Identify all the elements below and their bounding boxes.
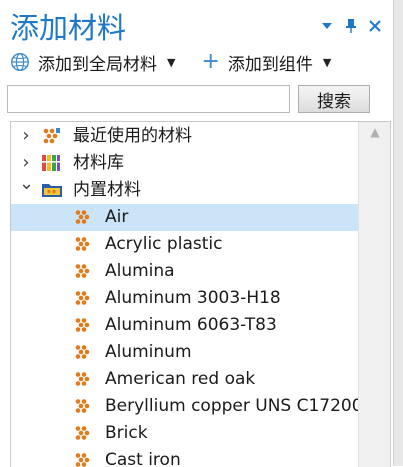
material-list-item[interactable]: Aluminum 3003-H18 — [11, 285, 358, 312]
recent-materials-icon — [41, 127, 61, 145]
material-label: Brick — [105, 423, 148, 443]
vertical-scrollbar[interactable]: ▲ — [358, 122, 390, 467]
window-edge — [393, 0, 403, 466]
tree-category-material-library[interactable]: › 材料库 — [11, 150, 358, 177]
material-icon — [74, 452, 90, 467]
globe-icon — [10, 52, 30, 72]
material-icon — [74, 236, 90, 252]
material-list-item[interactable]: Alumina — [11, 258, 358, 285]
material-label: Alumina — [105, 261, 175, 281]
material-label: Beryllium copper UNS C17200 — [105, 396, 363, 416]
material-label: Aluminum 6063-T83 — [105, 315, 277, 335]
chevron-down-icon[interactable]: ▼ — [323, 56, 331, 69]
material-label: Cast iron — [105, 450, 181, 467]
material-list-item[interactable]: American red oak — [11, 366, 358, 393]
panel-title: 添加材料 — [10, 11, 127, 45]
add-to-global-materials-label: 添加到全局材料 — [38, 54, 157, 75]
tree-category-label: 最近使用的材料 — [73, 126, 192, 146]
material-label: Aluminum 3003-H18 — [105, 288, 281, 308]
search-button[interactable]: 搜索 — [298, 85, 370, 113]
material-icon — [74, 371, 90, 387]
chevron-down-icon[interactable]: ▼ — [167, 56, 175, 69]
add-to-component-label: 添加到组件 — [227, 54, 313, 75]
plus-icon: + — [201, 49, 220, 74]
scroll-up-arrow-icon[interactable]: ▲ — [359, 122, 390, 142]
add-to-component-button[interactable]: + 添加到组件 ▼ — [175, 50, 331, 75]
material-toolbar: 添加到全局材料 ▼ + 添加到组件 ▼ — [10, 48, 331, 76]
material-icon — [74, 425, 90, 441]
panel-controls — [319, 16, 383, 36]
material-label: Aluminum — [105, 342, 192, 362]
chevron-down-icon[interactable]: ⌄ — [19, 173, 34, 194]
material-label: Air — [105, 207, 129, 227]
chevron-right-icon[interactable]: › — [19, 152, 33, 173]
material-icon — [74, 209, 90, 225]
search-row: 搜索 — [7, 85, 389, 113]
tree-category-label: 材料库 — [73, 153, 124, 173]
material-icon — [74, 317, 90, 333]
material-list-item[interactable]: Acrylic plastic — [11, 231, 358, 258]
search-input[interactable] — [7, 85, 290, 113]
built-in-folder-icon — [41, 181, 63, 199]
material-list-item[interactable]: Cast iron — [11, 447, 358, 467]
material-label: Acrylic plastic — [105, 234, 223, 254]
close-icon[interactable] — [367, 16, 383, 36]
material-icon — [74, 290, 90, 306]
tree-category-label: 内置材料 — [73, 180, 141, 200]
material-icon — [74, 263, 90, 279]
material-list-item[interactable]: Aluminum — [11, 339, 358, 366]
material-icon — [74, 398, 90, 414]
material-list-item[interactable]: Aluminum 6063-T83 — [11, 312, 358, 339]
add-material-panel: 添加材料 添加到全局材料 ▼ + 添加到组件 ▼ 搜索 › 最近使用的材料 › … — [0, 0, 393, 467]
material-tree: › 最近使用的材料 › 材料库 ⌄ 内置材料 Air Acrylic plastic Alumi… — [10, 121, 391, 467]
material-label: American red oak — [105, 369, 256, 389]
chevron-right-icon[interactable]: › — [19, 125, 33, 146]
panel-menu-dropdown-icon[interactable] — [319, 16, 335, 36]
material-library-icon — [41, 154, 61, 172]
material-list-item[interactable]: Air — [11, 204, 358, 231]
material-list-item[interactable]: Beryllium copper UNS C17200 — [11, 393, 363, 420]
tree-category-built-in-materials[interactable]: ⌄ 内置材料 — [11, 173, 358, 204]
pin-icon[interactable] — [343, 16, 359, 36]
material-list-item[interactable]: Brick — [11, 420, 358, 447]
add-to-global-materials-button[interactable]: 添加到全局材料 ▼ — [10, 50, 175, 75]
material-icon — [74, 344, 90, 360]
tree-category-recent-materials[interactable]: › 最近使用的材料 — [11, 123, 358, 150]
